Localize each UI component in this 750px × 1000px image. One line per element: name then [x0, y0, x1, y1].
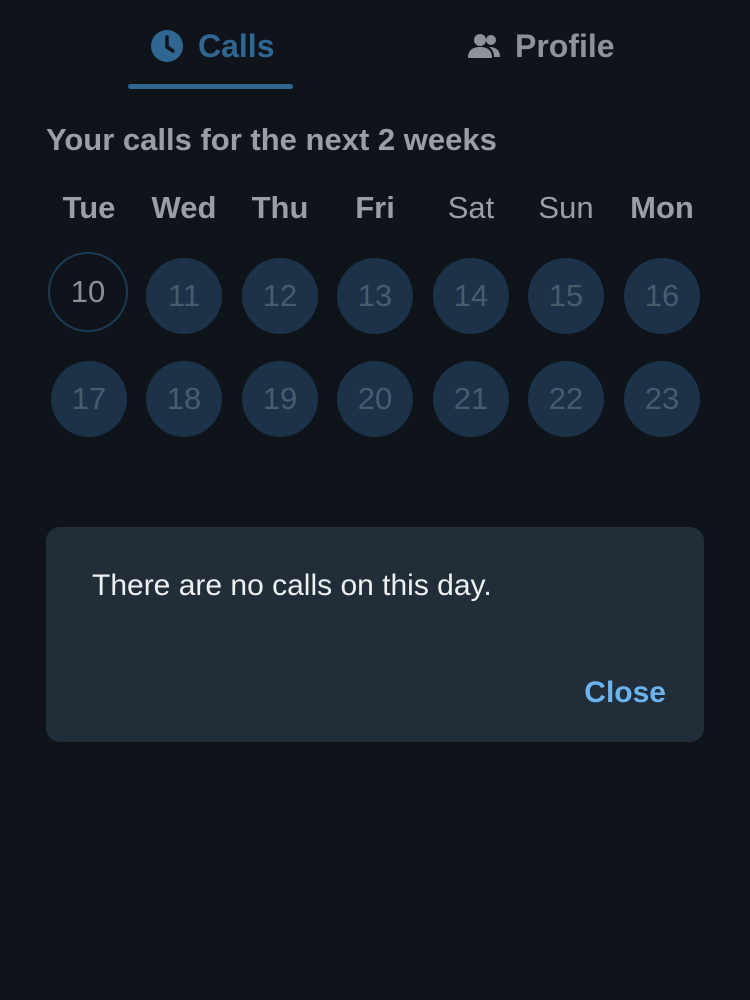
people-icon — [467, 32, 501, 60]
tab-calls[interactable]: Calls — [150, 24, 274, 68]
calendar-day[interactable]: 21 — [433, 361, 509, 437]
calendar-day[interactable]: 11 — [146, 258, 222, 334]
calendar-day[interactable]: 12 — [242, 258, 318, 334]
tab-profile[interactable]: Profile — [467, 24, 615, 68]
calendar-day[interactable]: 14 — [433, 258, 509, 334]
tab-profile-label: Profile — [515, 27, 615, 64]
active-tab-indicator — [128, 84, 293, 89]
calendar-day[interactable]: 20 — [337, 361, 413, 437]
weekday-label: Fri — [355, 190, 395, 225]
calendar-day[interactable]: 15 — [528, 258, 604, 334]
calls-screen: Calls Profile Your calls for the next 2 … — [0, 0, 750, 1000]
calendar-day[interactable]: 18 — [146, 361, 222, 437]
weekday-label: Sun — [538, 190, 594, 225]
tab-bar: Calls Profile — [0, 0, 750, 92]
weekday-label: Mon — [630, 190, 694, 225]
weekday-label: Sat — [447, 190, 495, 225]
calendar-day[interactable]: 16 — [624, 258, 700, 334]
calendar-day[interactable]: 23 — [624, 361, 700, 437]
dialog-message: There are no calls on this day. — [92, 569, 492, 602]
no-calls-dialog: There are no calls on this day. Close — [46, 527, 704, 742]
tab-calls-label: Calls — [198, 27, 275, 64]
page-title: Your calls for the next 2 weeks — [46, 122, 497, 157]
calendar-day[interactable]: 22 — [528, 361, 604, 437]
clock-icon — [150, 29, 184, 63]
calendar-day[interactable]: 17 — [51, 361, 127, 437]
weekday-label: Wed — [151, 190, 217, 225]
close-button[interactable]: Close — [584, 676, 666, 710]
weekday-label: Tue — [62, 190, 116, 225]
calendar-day[interactable]: 13 — [337, 258, 413, 334]
calendar-day-selected[interactable]: 10 — [48, 252, 128, 332]
calendar-day[interactable]: 19 — [242, 361, 318, 437]
weekday-label: Thu — [251, 190, 309, 225]
